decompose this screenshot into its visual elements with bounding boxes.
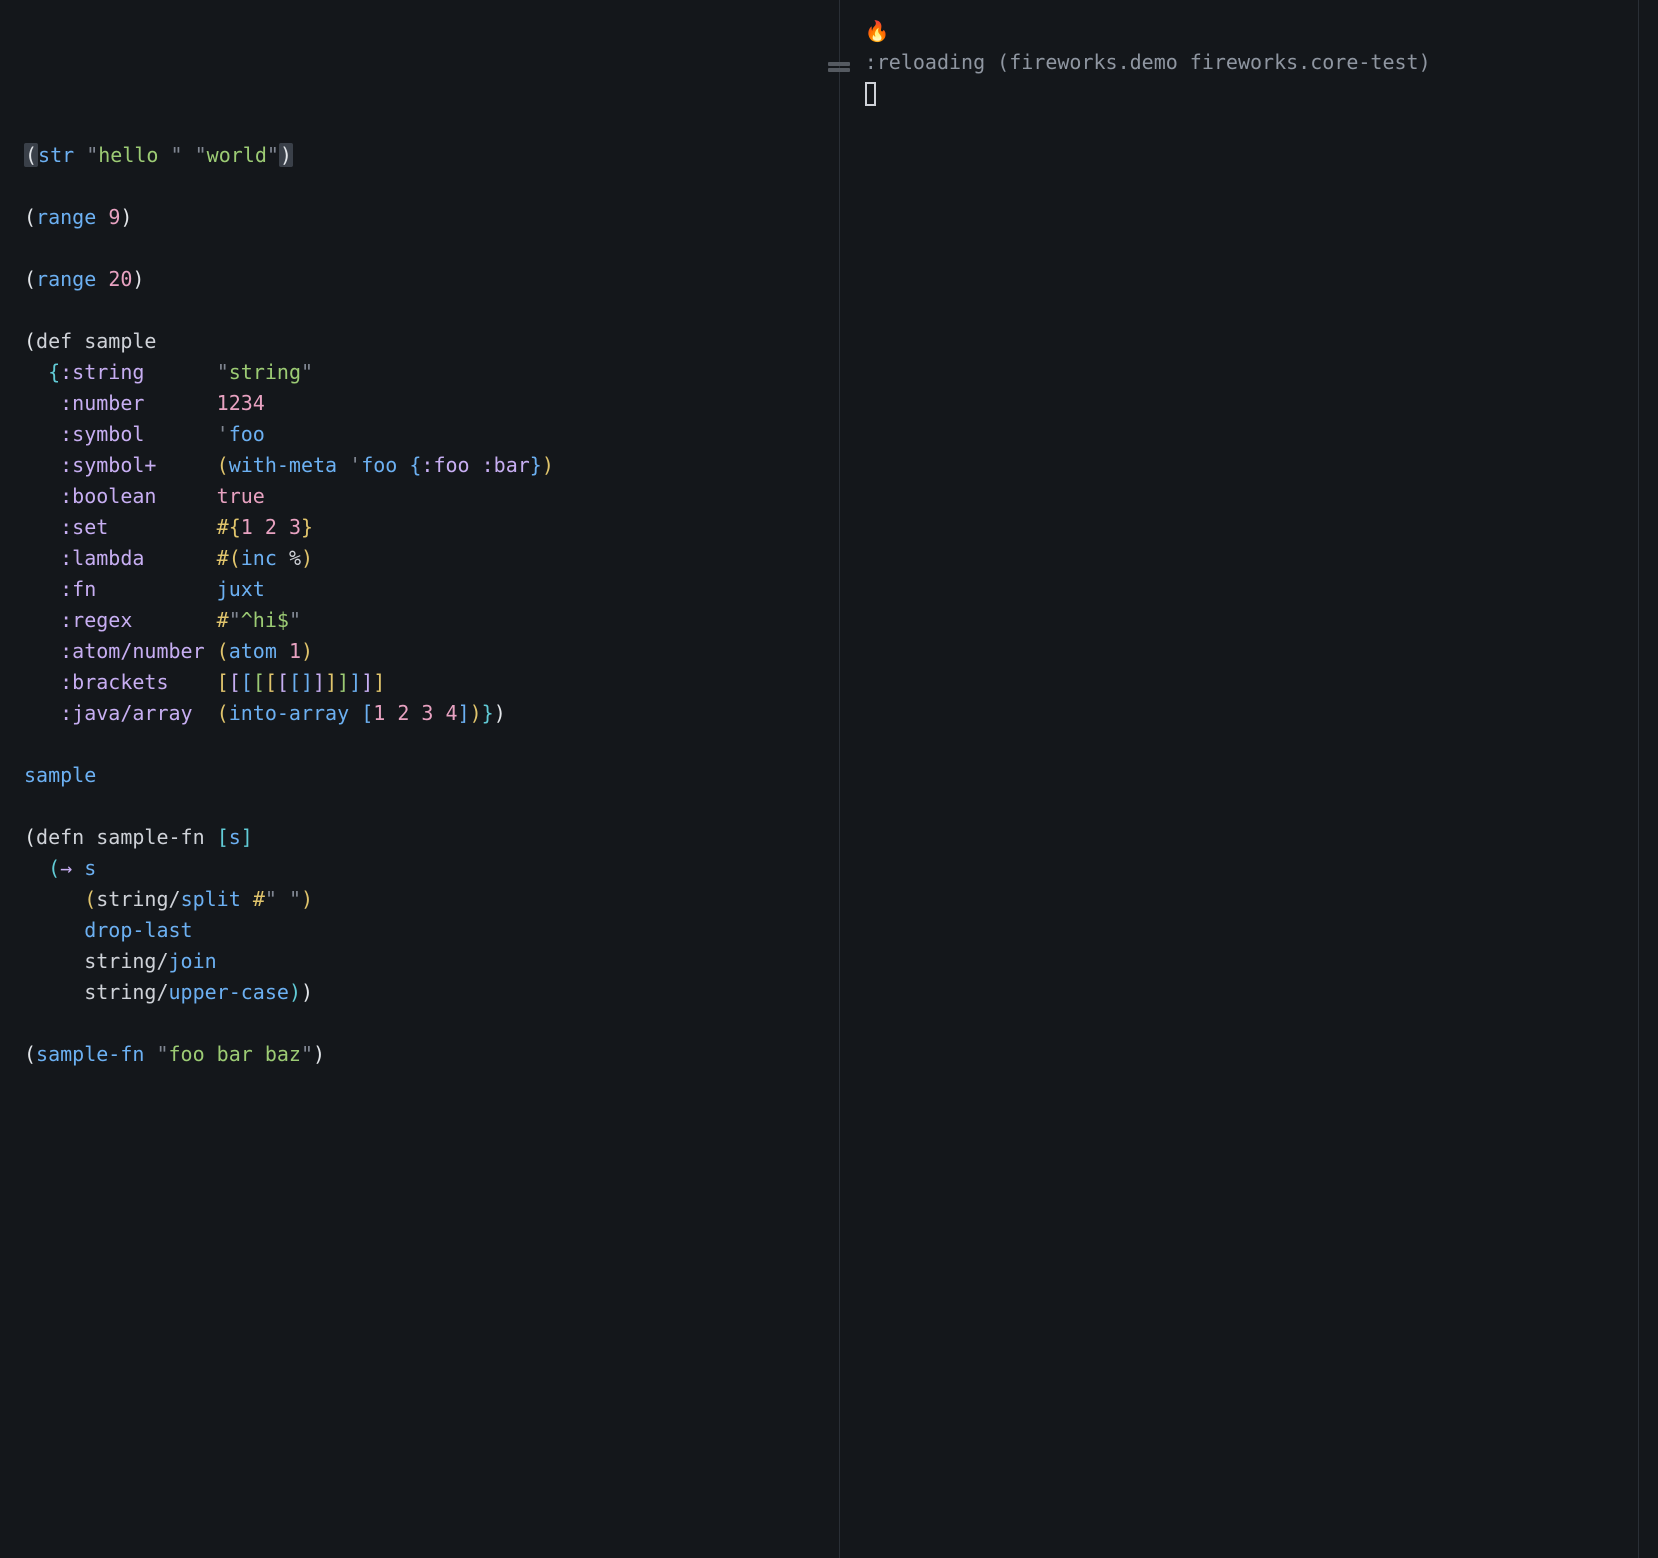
symbol-sample: sample — [24, 763, 96, 787]
fire-icon: 🔥 — [865, 16, 1614, 47]
right-margin — [1638, 0, 1658, 1558]
splitter-handle-icon[interactable] — [828, 62, 850, 72]
fn-str: str — [38, 143, 74, 167]
close-paren-highlight: ) — [279, 143, 293, 167]
repl-pane[interactable]: 🔥 :reloading (fireworks.demo fireworks.c… — [857, 0, 1638, 1558]
fn-range: range — [36, 205, 96, 229]
pane-splitter[interactable] — [821, 0, 857, 1558]
editor-pane[interactable]: (str "hello " "world") (range 9) (range … — [0, 0, 821, 1558]
code-block[interactable]: (str "hello " "world") (range 9) (range … — [24, 16, 797, 1070]
repl-cursor[interactable] — [865, 82, 877, 106]
repl-reloading-line: :reloading (fireworks.demo fireworks.cor… — [865, 47, 1614, 78]
open-paren-highlight: ( — [24, 143, 38, 167]
editor-frame: (str "hello " "world") (range 9) (range … — [0, 0, 1658, 1558]
